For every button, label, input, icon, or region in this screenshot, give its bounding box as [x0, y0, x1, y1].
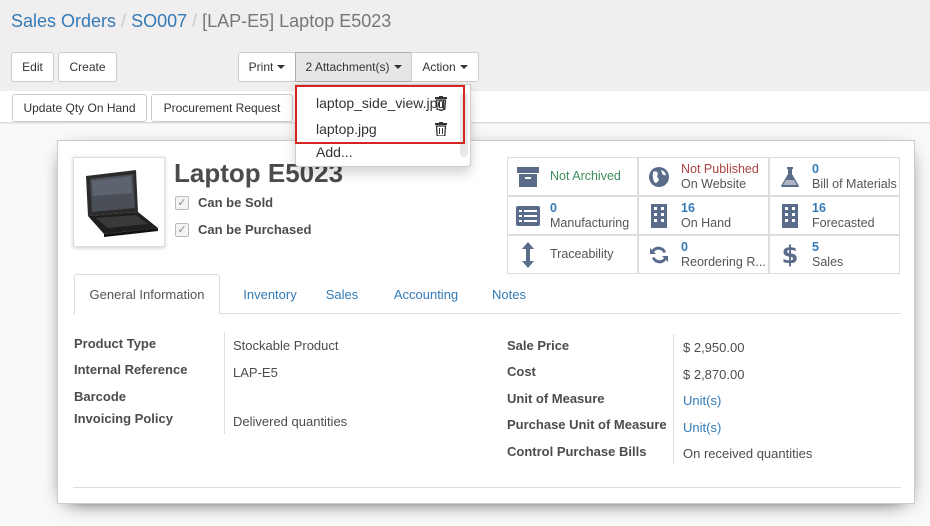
add-attachment-item[interactable]: Add...: [316, 144, 353, 160]
cost-label: Cost: [507, 364, 536, 379]
field-divider: [673, 334, 674, 464]
tab-sales[interactable]: Sales: [317, 274, 367, 314]
update-qty-button[interactable]: Update Qty On Hand: [12, 94, 147, 122]
purchase-uom-value[interactable]: Unit(s): [683, 420, 721, 435]
reordering-label: Reordering R...: [681, 254, 766, 269]
bom-label: Bill of Materials: [812, 176, 897, 191]
trash-icon[interactable]: [435, 122, 447, 136]
invoicing-policy-label: Invoicing Policy: [74, 411, 173, 426]
internal-reference-label: Internal Reference: [74, 362, 188, 377]
control-bills-label: Control Purchase Bills: [507, 444, 647, 459]
tab-inventory[interactable]: Inventory: [223, 274, 317, 314]
field-divider: [224, 332, 225, 434]
published-label: On Website: [681, 176, 747, 191]
internal-reference-value[interactable]: LAP-E5: [233, 365, 278, 380]
on-hand-count: 16: [681, 200, 695, 215]
breadcrumb-so007[interactable]: SO007: [131, 11, 187, 31]
flask-icon: [776, 166, 804, 188]
control-bills-value[interactable]: On received quantities: [683, 446, 812, 461]
sale-price-label: Sale Price: [507, 338, 570, 353]
product-image[interactable]: [73, 157, 165, 247]
archive-icon: [514, 166, 542, 188]
checkbox-can-be-purchased[interactable]: ✓: [175, 222, 189, 237]
arrows-v-icon: [514, 241, 542, 268]
tab-general-information[interactable]: General Information: [74, 274, 220, 315]
uom-value[interactable]: Unit(s): [683, 393, 721, 408]
trash-icon[interactable]: [435, 96, 447, 110]
barcode-label: Barcode: [74, 389, 127, 404]
product-type-label: Product Type: [74, 336, 157, 351]
manufacturing-count: 0: [550, 200, 557, 215]
attachment-item[interactable]: laptop.jpg: [316, 121, 377, 137]
breadcrumb: Sales Orders / SO007/[LAP-E5] Laptop E5023: [11, 11, 391, 32]
action-dropdown-button[interactable]: Action: [411, 52, 479, 82]
manufacturing-button[interactable]: 0 Manufacturing: [507, 196, 638, 235]
checkbox-can-be-sold[interactable]: ✓: [175, 195, 189, 210]
edit-button-label: Edit: [22, 60, 43, 74]
procurement-label: Procurement Request: [163, 101, 281, 115]
breadcrumb-separator: /: [192, 11, 198, 31]
refresh-icon: [645, 244, 673, 266]
can-be-purchased-label: Can be Purchased: [198, 222, 312, 237]
sale-price-value[interactable]: $ 2,950.00: [683, 340, 744, 355]
caret-down-icon: [277, 65, 286, 69]
dollar-icon: $: [781, 240, 799, 269]
globe-icon: [645, 166, 673, 188]
sales-count: 5: [812, 239, 819, 254]
create-button-label: Create: [69, 60, 106, 74]
print-label: Print: [248, 60, 274, 74]
sales-label: Sales: [812, 254, 844, 269]
breadcrumb-current: [LAP-E5] Laptop E5023: [202, 11, 392, 31]
bom-count: 0: [812, 161, 819, 176]
update-qty-label: Update Qty On Hand: [23, 101, 136, 115]
can-be-purchased-row[interactable]: ✓ Can be Purchased: [175, 222, 311, 237]
archive-toggle-button[interactable]: Not Archived: [507, 157, 638, 196]
forecasted-count: 16: [812, 200, 826, 215]
on-hand-button[interactable]: 16 On Hand: [638, 196, 769, 235]
bom-button[interactable]: 0 Bill of Materials: [769, 157, 900, 196]
laptop-icon: [86, 170, 158, 237]
website-publish-button[interactable]: Not Published On Website: [638, 157, 769, 196]
sales-button[interactable]: $ 5 Sales: [769, 235, 900, 274]
tab-accounting[interactable]: Accounting: [377, 274, 475, 314]
product-type-value[interactable]: Stockable Product: [233, 338, 339, 353]
action-label: Action: [422, 60, 456, 74]
forecasted-label: Forecasted: [812, 215, 875, 230]
can-be-sold-row[interactable]: ✓ Can be Sold: [175, 195, 273, 210]
purchase-uom-label: Purchase Unit of Measure: [507, 417, 667, 432]
smart-buttons: Not Archived Not Published On Website 0 Bi…: [507, 157, 901, 275]
caret-down-icon: [393, 65, 402, 69]
forecasted-button[interactable]: 16 Forecasted: [769, 196, 900, 235]
published-status: Not Published: [681, 161, 759, 176]
traceability-label: Traceability: [550, 247, 614, 261]
invoicing-policy-value[interactable]: Delivered quantities: [233, 414, 347, 429]
archived-label: Not Archived: [550, 169, 621, 183]
traceability-button[interactable]: Traceability: [507, 235, 638, 274]
uom-label: Unit of Measure: [507, 391, 605, 406]
can-be-sold-label: Can be Sold: [198, 195, 274, 210]
breadcrumb-sales-orders[interactable]: Sales Orders: [11, 11, 116, 31]
create-button[interactable]: Create: [58, 52, 117, 82]
caret-down-icon: [459, 65, 468, 69]
building-icon: [645, 203, 673, 228]
breadcrumb-separator: /: [121, 11, 127, 31]
attachment-item[interactable]: laptop_side_view.jpg: [316, 95, 445, 111]
reordering-rules-button[interactable]: 0 Reordering R...: [638, 235, 769, 274]
cost-value[interactable]: $ 2,870.00: [683, 367, 744, 382]
edit-button[interactable]: Edit: [11, 52, 54, 82]
dropdown-scrollbar[interactable]: [460, 93, 468, 157]
form-separator: [73, 487, 901, 488]
print-dropdown-button[interactable]: Print: [238, 52, 296, 82]
reordering-count: 0: [681, 239, 688, 254]
attachments-dropdown-button[interactable]: 2 Attachment(s): [295, 52, 412, 82]
manufacturing-label: Manufacturing: [550, 215, 630, 230]
building-icon: [776, 203, 804, 228]
on-hand-label: On Hand: [681, 215, 732, 230]
attachments-label: 2 Attachment(s): [305, 60, 390, 74]
attachments-dropdown-menu: laptop_side_view.jpg laptop.jpg Add...: [295, 84, 471, 167]
notebook-tabs: General Information Inventory Sales Acco…: [73, 274, 901, 315]
procurement-request-button[interactable]: Procurement Request: [151, 94, 293, 122]
list-icon: [514, 205, 542, 226]
tab-notes[interactable]: Notes: [483, 274, 535, 314]
